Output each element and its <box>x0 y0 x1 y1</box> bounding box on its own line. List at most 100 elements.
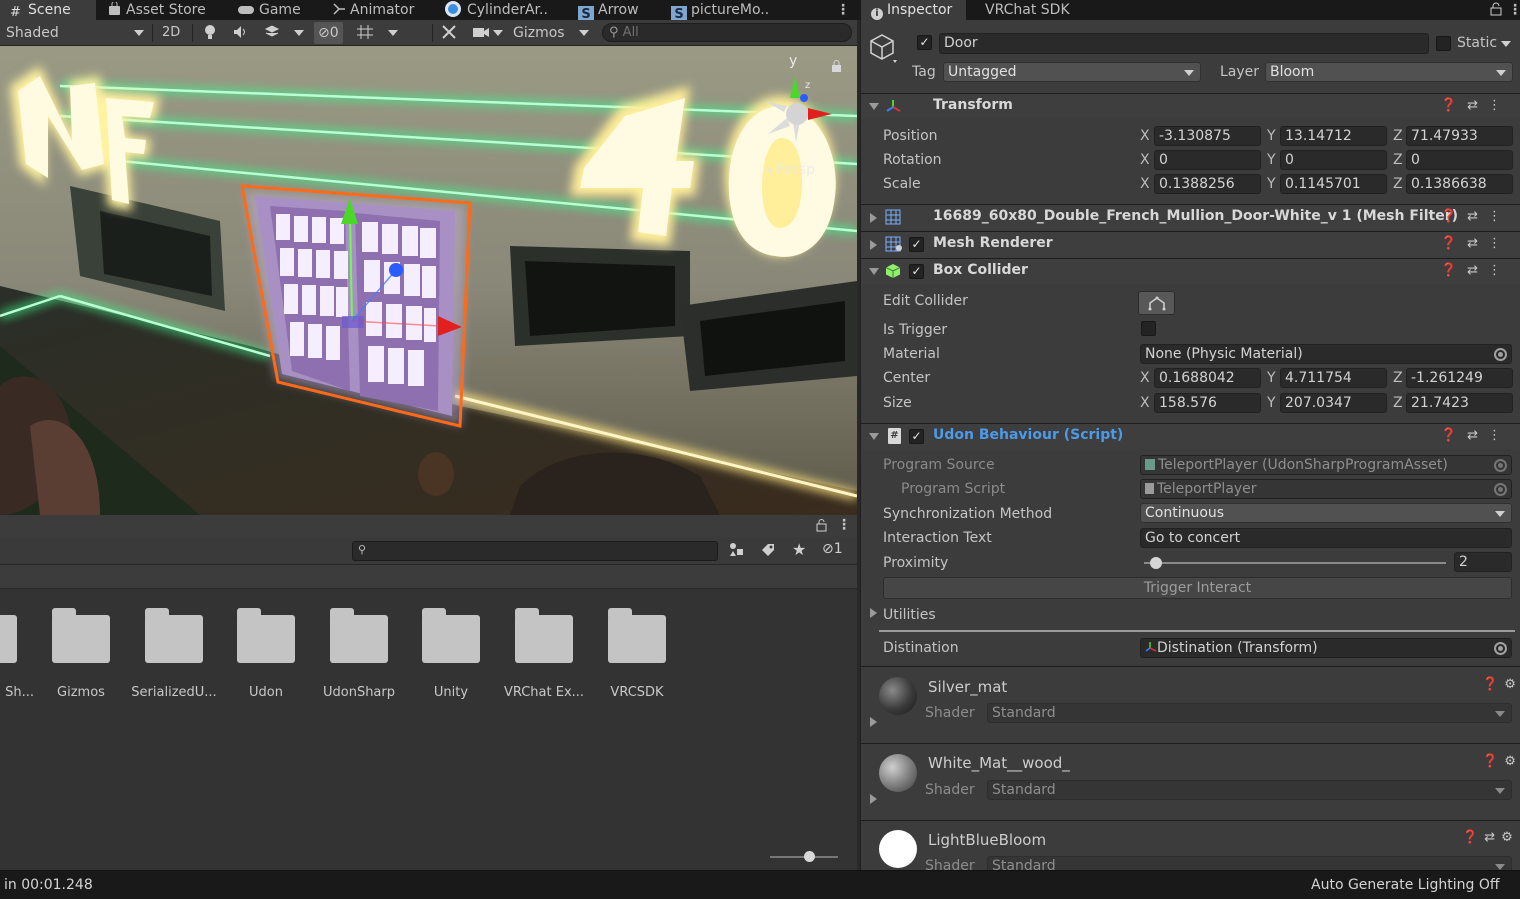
is-trigger-checkbox[interactable] <box>1141 321 1156 336</box>
object-picker-icon[interactable] <box>1494 642 1507 655</box>
material-shader-dropdown[interactable]: Standard <box>987 780 1512 800</box>
mesh-filter-header[interactable]: 16689_60x80_Double_French_Mullion_Door-W… <box>861 204 1520 230</box>
physic-material-field[interactable]: None (Physic Material) <box>1140 344 1512 364</box>
gear-icon[interactable]: ⚙ <box>1501 830 1519 845</box>
material-header-icons[interactable]: ❓⚙ <box>1482 677 1520 692</box>
toggle-2d-button[interactable]: 2D <box>162 22 180 44</box>
more-menu-icon[interactable]: ⋮ <box>1488 428 1511 443</box>
material-preview-sphere[interactable] <box>879 754 917 792</box>
folder-item[interactable]: Unity <box>405 608 497 700</box>
inspector-lock-icon[interactable] <box>1490 0 1502 20</box>
tab-game[interactable]: Game <box>237 0 301 20</box>
proximity-slider[interactable] <box>1140 554 1446 572</box>
hidden-packages-toggle[interactable]: ⊘1 <box>822 541 843 557</box>
utilities-label[interactable]: Utilities <box>883 607 936 623</box>
help-icon[interactable]: ❓ <box>1441 98 1467 113</box>
tag-dropdown[interactable]: Untagged <box>943 62 1201 82</box>
gizmos-dropdown[interactable]: Gizmos <box>513 22 565 44</box>
effects-toggle-icon[interactable] <box>264 22 280 44</box>
tab-cylinder[interactable]: CylinderAr.. <box>443 0 548 20</box>
project-more-menu-icon[interactable]: ⋮ <box>837 517 851 533</box>
scale-x-field[interactable]: 0.1388256 <box>1154 174 1261 194</box>
mesh-renderer-enabled-checkbox[interactable]: ✓ <box>909 237 924 252</box>
scene-more-menu-icon[interactable]: ⋮ <box>836 0 850 20</box>
shading-mode-dropdown[interactable]: Shaded <box>6 22 148 44</box>
presets-icon[interactable]: ⇄ <box>1484 830 1501 845</box>
rotation-x-field[interactable]: 0 <box>1154 150 1261 170</box>
presets-icon[interactable]: ⇄ <box>1467 236 1488 251</box>
size-x-field[interactable]: 158.576 <box>1154 393 1261 413</box>
component-header-icons[interactable]: ❓⇄⋮ <box>1441 263 1511 278</box>
material-foldout-icon[interactable] <box>870 794 877 804</box>
folder-item[interactable]: SerializedU... <box>128 608 220 700</box>
center-z-field[interactable]: -1.261249 <box>1406 368 1513 388</box>
help-icon[interactable]: ❓ <box>1441 236 1467 251</box>
folder-item[interactable]: UdonSharp <box>313 608 405 700</box>
component-header-icons[interactable]: ❓⇄⋮ <box>1441 209 1511 224</box>
audio-toggle-icon[interactable] <box>233 22 249 44</box>
tab-animator[interactable]: Animator <box>332 0 414 20</box>
presets-icon[interactable]: ⇄ <box>1467 428 1488 443</box>
material-header-icons[interactable]: ❓⇄⚙ <box>1462 830 1519 845</box>
center-x-field[interactable]: 0.1688042 <box>1154 368 1261 388</box>
camera-icon[interactable] <box>472 22 490 44</box>
presets-icon[interactable]: ⇄ <box>1467 263 1488 278</box>
hidden-objects-toggle[interactable]: ⊘0 <box>314 22 343 44</box>
material-header-icons[interactable]: ❓⚙ <box>1482 754 1520 769</box>
help-icon[interactable]: ❓ <box>1482 677 1504 692</box>
presets-icon[interactable]: ⇄ <box>1467 98 1488 113</box>
tab-inspector[interactable]: i Inspector <box>861 0 966 20</box>
proximity-slider-thumb[interactable] <box>1149 557 1162 569</box>
folder-item[interactable]: Gizmos <box>35 608 127 700</box>
tools-icon[interactable] <box>441 22 457 44</box>
more-menu-icon[interactable]: ⋮ <box>1488 98 1511 113</box>
tab-arrow[interactable]: S Arrow <box>578 0 639 24</box>
position-x-field[interactable]: -3.130875 <box>1154 126 1261 146</box>
edit-collider-button[interactable] <box>1138 291 1175 315</box>
favorite-star-icon[interactable]: ★ <box>792 540 806 559</box>
object-picker-icon[interactable] <box>1494 348 1507 361</box>
material-preview-sphere[interactable] <box>879 677 917 715</box>
more-menu-icon[interactable]: ⋮ <box>1488 263 1511 278</box>
material-shader-dropdown[interactable]: Standard <box>987 856 1512 870</box>
udon-enabled-checkbox[interactable]: ✓ <box>909 429 924 444</box>
lighting-toggle-icon[interactable] <box>204 22 216 44</box>
scale-z-field[interactable]: 0.1386638 <box>1406 174 1513 194</box>
help-icon[interactable]: ❓ <box>1441 428 1467 443</box>
scene-viewport[interactable]: y z ◂ Persp <box>0 46 857 515</box>
status-message[interactable]: in 00:01.248 <box>4 877 93 893</box>
gameobject-cube-icon[interactable] <box>869 33 899 69</box>
folder-item[interactable]: Sh... <box>0 615 34 700</box>
folder-item[interactable]: VRChat Ex... <box>498 608 590 700</box>
position-z-field[interactable]: 71.47933 <box>1406 126 1513 146</box>
inspector-more-menu-icon[interactable]: ⋮ <box>1508 0 1520 20</box>
rotation-z-field[interactable]: 0 <box>1406 150 1513 170</box>
layer-dropdown[interactable]: Bloom <box>1265 62 1513 82</box>
material-shader-dropdown[interactable]: Standard <box>987 703 1512 723</box>
box-collider-enabled-checkbox[interactable]: ✓ <box>909 264 924 279</box>
gear-icon[interactable]: ⚙ <box>1504 754 1520 769</box>
size-y-field[interactable]: 207.0347 <box>1280 393 1387 413</box>
destination-field[interactable]: Distination (Transform) <box>1140 638 1512 658</box>
proximity-slider-track[interactable] <box>1144 562 1446 564</box>
material-preview-sphere[interactable] <box>879 830 917 868</box>
object-name-field[interactable]: Door <box>939 33 1429 54</box>
project-search-input[interactable]: ⚲ <box>352 541 718 561</box>
filter-by-type-icon[interactable] <box>728 542 744 562</box>
help-icon[interactable]: ❓ <box>1462 830 1484 845</box>
icon-size-slider-thumb[interactable] <box>804 851 815 862</box>
gizmo-lock-icon[interactable] <box>831 60 842 77</box>
udon-behaviour-header[interactable]: # ✓ Udon Behaviour (Script) ❓⇄⋮ <box>861 423 1520 449</box>
position-y-field[interactable]: 13.14712 <box>1280 126 1387 146</box>
filter-by-label-icon[interactable] <box>760 542 776 562</box>
utilities-foldout-icon[interactable] <box>870 608 877 618</box>
lighting-status[interactable]: Auto Generate Lighting Off <box>1311 877 1500 893</box>
folder-item[interactable]: Udon <box>220 608 312 700</box>
camera-dropdown-chevron-icon[interactable] <box>493 30 503 36</box>
more-menu-icon[interactable]: ⋮ <box>1488 209 1511 224</box>
scene-search-input[interactable]: ⚲ All <box>602 23 852 42</box>
interaction-text-input[interactable]: Go to concert <box>1140 528 1512 548</box>
projection-label[interactable]: ◂ Persp <box>765 162 815 178</box>
tab-picture[interactable]: SpictureMo.. <box>671 0 769 24</box>
static-checkbox[interactable] <box>1436 36 1451 51</box>
